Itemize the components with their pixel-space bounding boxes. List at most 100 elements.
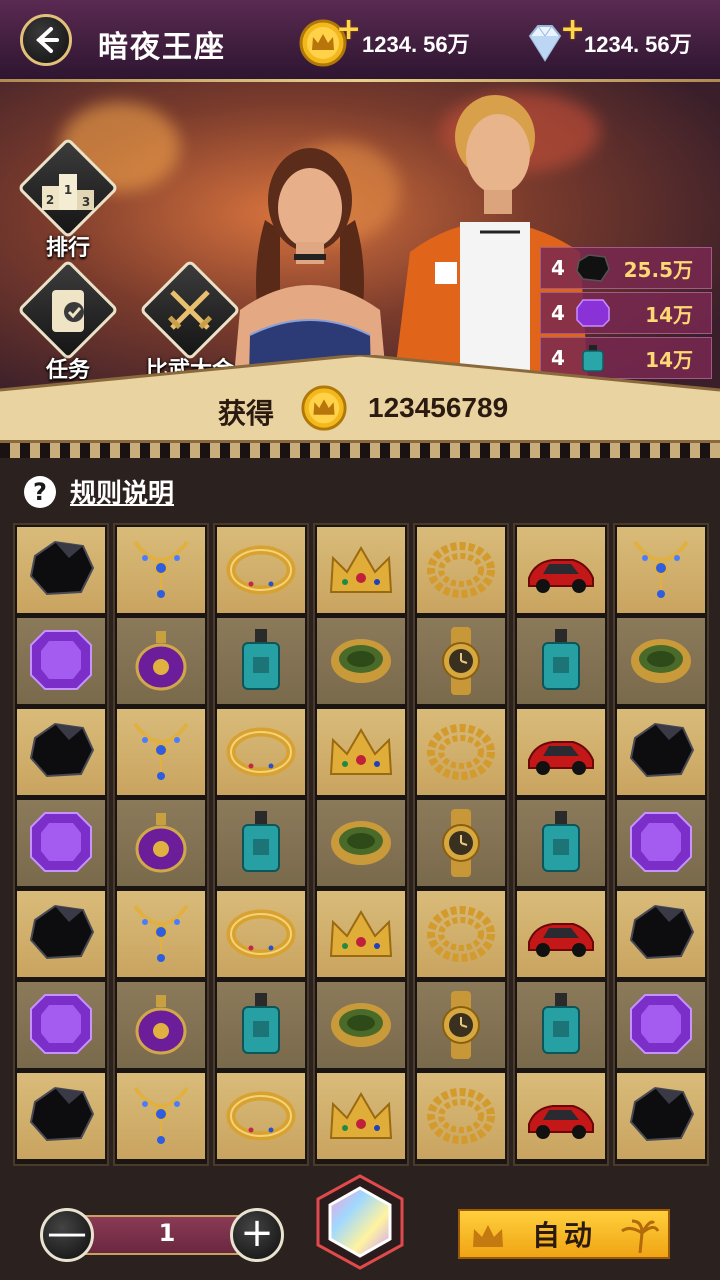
question-icon: ? bbox=[24, 475, 56, 508]
slot-cell bbox=[317, 618, 405, 704]
crown-icon bbox=[329, 546, 393, 593]
film-strip-divider bbox=[0, 440, 720, 458]
reward-value: 14万 bbox=[645, 302, 693, 327]
black-gem-icon bbox=[29, 1086, 95, 1142]
svg-text:3: 3 bbox=[82, 195, 90, 209]
spin-button[interactable] bbox=[310, 1172, 410, 1272]
rules-label: 规则说明 bbox=[70, 479, 175, 509]
slot-cell bbox=[117, 709, 205, 795]
slot-cell bbox=[17, 982, 105, 1068]
slot-cell bbox=[517, 527, 605, 613]
gold-ring-icon bbox=[226, 909, 296, 959]
sports-car-icon bbox=[528, 1105, 594, 1139]
diamond-add-button[interactable]: + bbox=[560, 12, 585, 47]
plus-button[interactable]: + bbox=[230, 1208, 284, 1262]
slot-cell bbox=[617, 527, 705, 613]
slot-cell bbox=[617, 800, 705, 886]
necklace-icon bbox=[133, 904, 189, 962]
gold-balance: + 1234. 56万 bbox=[298, 12, 470, 68]
slot-cell bbox=[617, 891, 705, 977]
slot-cell bbox=[217, 527, 305, 613]
perfume-icon bbox=[242, 811, 280, 872]
gold-watch-icon bbox=[442, 991, 480, 1059]
slot-cell bbox=[17, 709, 105, 795]
jade-ring-icon bbox=[331, 821, 391, 865]
jade-ring-icon bbox=[331, 639, 391, 683]
diamond-balance: + 1234. 56万 bbox=[520, 12, 692, 68]
slot-cell bbox=[417, 709, 505, 795]
podium-icon: 2 1 3 bbox=[42, 174, 94, 210]
jade-ring-icon bbox=[331, 1003, 391, 1047]
sports-car-icon bbox=[528, 559, 594, 593]
slot-cell bbox=[617, 982, 705, 1068]
gold-watch-icon bbox=[442, 627, 480, 695]
reel-column bbox=[313, 523, 409, 1166]
back-button[interactable] bbox=[20, 14, 72, 66]
slot-cell bbox=[117, 1073, 205, 1159]
minus-button[interactable]: — bbox=[40, 1208, 94, 1262]
crossed-swords-icon bbox=[167, 290, 213, 330]
slot-cell bbox=[117, 527, 205, 613]
reward-value: 25.5万 bbox=[623, 257, 693, 282]
purple-gem-icon bbox=[30, 994, 92, 1054]
slot-board bbox=[13, 523, 710, 1166]
reward-row: 4 14万 bbox=[540, 292, 712, 334]
slot-cell bbox=[517, 1073, 605, 1159]
slot-cell bbox=[317, 527, 405, 613]
slot-cell bbox=[17, 618, 105, 704]
slot-cell bbox=[417, 618, 505, 704]
perfume-bottle-icon bbox=[135, 813, 187, 873]
crown-icon bbox=[329, 1092, 393, 1139]
palm-tree-icon bbox=[621, 1219, 660, 1253]
slot-cell bbox=[317, 800, 405, 886]
obtain-amount: 123456789 bbox=[368, 392, 509, 423]
black-gem-icon bbox=[629, 904, 695, 960]
gold-chain-icon bbox=[427, 542, 495, 598]
auto-button[interactable]: 自动 bbox=[458, 1209, 670, 1259]
rules-link[interactable]: ? 规则说明 bbox=[24, 473, 174, 510]
perfume-bottle-icon bbox=[135, 631, 187, 691]
black-gem-icon bbox=[576, 254, 610, 282]
reward-row: 4 25.5万 bbox=[540, 247, 712, 289]
slot-cell bbox=[17, 527, 105, 613]
page-title: 暗夜王座 bbox=[98, 30, 226, 65]
slot-cell bbox=[517, 709, 605, 795]
gold-ring-icon bbox=[226, 727, 296, 777]
auto-label: 自动 bbox=[531, 1219, 596, 1252]
slot-cell bbox=[417, 800, 505, 886]
slot-cell bbox=[517, 618, 605, 704]
obtain-label: 获得 bbox=[218, 397, 275, 430]
gold-chain-icon bbox=[427, 906, 495, 962]
black-gem-icon bbox=[29, 722, 95, 778]
reel-column bbox=[13, 523, 109, 1166]
purple-gem-icon bbox=[30, 630, 92, 690]
reel-column bbox=[413, 523, 509, 1166]
slot-cell bbox=[417, 982, 505, 1068]
slot-cell bbox=[117, 891, 205, 977]
rank-button[interactable]: 2 1 3 排行 bbox=[17, 137, 119, 261]
reel-column bbox=[213, 523, 309, 1166]
slot-cell bbox=[217, 982, 305, 1068]
back-arrow-icon bbox=[36, 27, 59, 53]
slot-cell bbox=[417, 891, 505, 977]
gold-watch-icon bbox=[442, 809, 480, 877]
diamond-amount: 1234. 56万 bbox=[584, 32, 692, 57]
black-gem-icon bbox=[29, 540, 95, 596]
slot-cell bbox=[217, 800, 305, 886]
gold-coin-icon bbox=[301, 385, 347, 431]
purple-gem-icon bbox=[630, 812, 692, 872]
purple-gem-icon bbox=[30, 812, 92, 872]
slot-cell bbox=[517, 982, 605, 1068]
reward-count: 4 bbox=[551, 301, 565, 325]
jade-ring-icon bbox=[631, 639, 691, 683]
purple-gem-icon bbox=[630, 994, 692, 1054]
perfume-icon bbox=[242, 993, 280, 1054]
gold-chain-icon bbox=[427, 724, 495, 780]
slot-cell bbox=[117, 618, 205, 704]
game-screen: 暗夜王座 + 1234. 56万 + 1234. 56万 2 1 3 排行 任务… bbox=[0, 0, 720, 1280]
perfume-bottle-icon bbox=[135, 995, 187, 1055]
slot-cell bbox=[117, 982, 205, 1068]
gold-add-button[interactable]: + bbox=[336, 12, 361, 47]
black-gem-icon bbox=[629, 1086, 695, 1142]
obtain-banner bbox=[0, 355, 720, 445]
